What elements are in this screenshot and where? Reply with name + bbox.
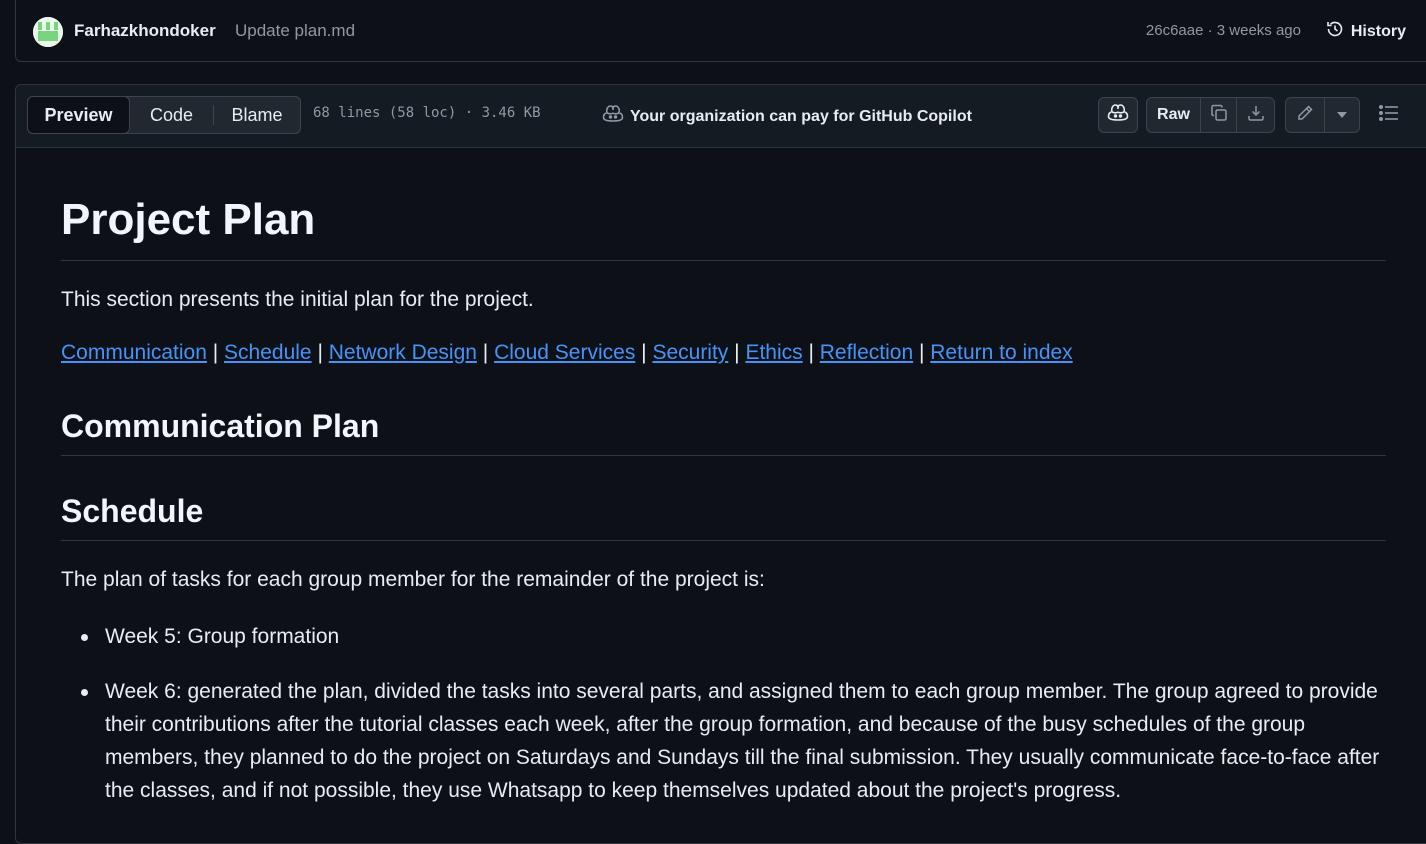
- list-item: Week 6: generated the plan, divided the …: [61, 675, 1386, 807]
- heading-communication-plan: Communication Plan: [61, 408, 380, 444]
- link-schedule[interactable]: Schedule: [224, 341, 312, 364]
- page-title: Project Plan: [61, 195, 316, 244]
- commit-message[interactable]: Update plan.md: [235, 21, 355, 41]
- download-icon: [1246, 103, 1266, 128]
- schedule-list: Week 5: Group formation Week 6: generate…: [61, 620, 1386, 807]
- tab-preview[interactable]: Preview: [27, 96, 130, 134]
- triangle-down-icon: [1336, 106, 1348, 124]
- link-communication[interactable]: Communication: [61, 341, 207, 364]
- link-return-to-index[interactable]: Return to index: [930, 341, 1072, 364]
- copilot-promo-text: Your organization can pay for GitHub Cop…: [630, 107, 972, 125]
- link-security[interactable]: Security: [652, 341, 728, 364]
- edit-button[interactable]: [1285, 97, 1325, 133]
- heading-schedule: Schedule: [61, 493, 204, 529]
- raw-button[interactable]: Raw: [1146, 97, 1201, 133]
- copy-raw-button[interactable]: [1200, 97, 1237, 133]
- avatar[interactable]: [33, 17, 63, 47]
- list-item: Week 5: Group formation: [61, 620, 1386, 653]
- title-rule: [61, 260, 1386, 261]
- section-links: Communication | Schedule | Network Desig…: [61, 341, 1073, 364]
- history-button[interactable]: History: [1325, 19, 1406, 44]
- link-cloud-services[interactable]: Cloud Services: [494, 341, 635, 364]
- tab-blame[interactable]: Blame: [214, 97, 300, 133]
- heading-rule: [61, 455, 1386, 456]
- schedule-intro: The plan of tasks for each group member …: [61, 568, 765, 591]
- list-item-text: Week 5: Group formation: [105, 625, 340, 648]
- list-item-text: Week 6: generated the plan, divided the …: [105, 680, 1380, 802]
- copilot-button[interactable]: [1098, 97, 1138, 133]
- copilot-promo-link[interactable]: Your organization can pay for GitHub Cop…: [602, 104, 972, 129]
- download-button[interactable]: [1236, 97, 1275, 133]
- edit-options-dropdown[interactable]: [1324, 97, 1360, 133]
- latest-commit-bar: Farhazkhondoker Update plan.md 26c6aae ·…: [15, 0, 1426, 62]
- view-mode-toggle: Preview Code Blame: [27, 96, 301, 134]
- bullet: [81, 689, 88, 696]
- raw-label: Raw: [1157, 106, 1190, 123]
- bullet: [81, 634, 88, 641]
- file-info: 68 lines (58 loc) · 3.46 KB: [313, 105, 541, 121]
- history-label: History: [1350, 22, 1406, 40]
- intro-paragraph: This section presents the initial plan f…: [61, 288, 534, 311]
- copilot-icon: [602, 104, 624, 129]
- heading-rule: [61, 540, 1386, 541]
- commit-author[interactable]: Farhazkhondoker: [74, 21, 216, 41]
- list-icon: [1378, 103, 1400, 128]
- file-toolbar: Preview Code Blame 68 lines (58 loc) · 3…: [16, 85, 1426, 148]
- link-ethics[interactable]: Ethics: [745, 341, 802, 364]
- file-viewer: Preview Code Blame 68 lines (58 loc) · 3…: [15, 84, 1426, 844]
- copilot-icon: [1107, 103, 1129, 128]
- copy-icon: [1209, 103, 1229, 128]
- history-icon: [1325, 19, 1345, 44]
- pencil-icon: [1295, 103, 1315, 128]
- outline-button[interactable]: [1371, 97, 1407, 133]
- tab-code[interactable]: Code: [130, 97, 213, 133]
- link-network-design[interactable]: Network Design: [329, 341, 477, 364]
- link-reflection[interactable]: Reflection: [820, 341, 913, 364]
- commit-meta[interactable]: 26c6aae · 3 weeks ago: [1146, 22, 1301, 39]
